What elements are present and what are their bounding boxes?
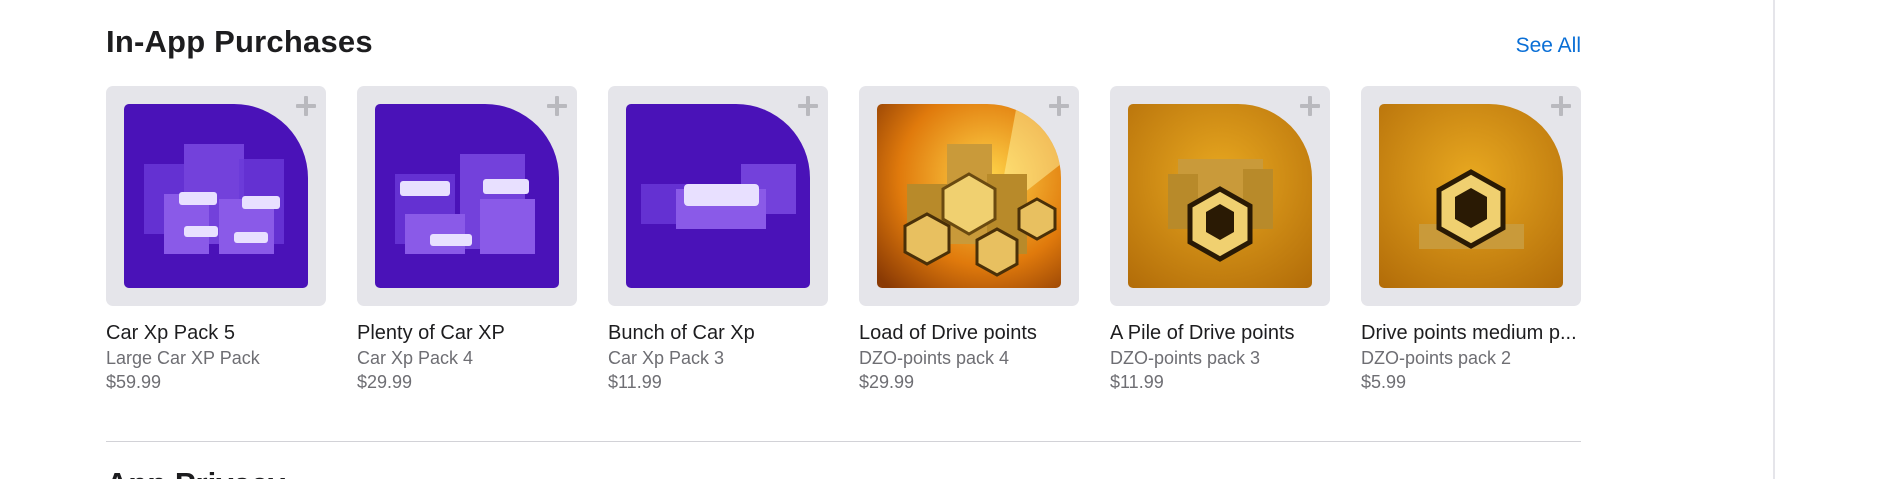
car-xp-stack-medium-icon bbox=[375, 104, 559, 288]
section-divider bbox=[106, 441, 1581, 442]
iap-item-subtitle: Car Xp Pack 4 bbox=[357, 348, 474, 368]
iap-item-tile[interactable] bbox=[1110, 86, 1330, 306]
iap-item-name: A Pile of Drive points bbox=[1110, 322, 1295, 344]
iap-item-tile[interactable] bbox=[106, 86, 326, 306]
iap-item-name: Plenty of Car XP bbox=[357, 322, 505, 344]
iap-item-price: $11.99 bbox=[1110, 372, 1164, 392]
plus-icon[interactable] bbox=[1048, 95, 1070, 117]
section-title: In-App Purchases bbox=[106, 24, 373, 59]
iap-item[interactable]: Load of Drive points DZO-points pack 4 $… bbox=[859, 86, 1079, 394]
iap-item[interactable]: Plenty of Car XP Car Xp Pack 4 $29.99 bbox=[357, 86, 577, 394]
iap-item-tile[interactable] bbox=[1361, 86, 1581, 306]
drive-points-coins-large-icon bbox=[877, 104, 1061, 288]
plus-icon[interactable] bbox=[797, 95, 819, 117]
iap-item-name: Car Xp Pack 5 bbox=[106, 322, 235, 344]
car-xp-stack-large-icon bbox=[124, 104, 308, 288]
drive-points-coins-small-icon bbox=[1379, 104, 1563, 288]
in-app-purchases-page: In-App Purchases See All Car Xp Pack 5 L… bbox=[0, 0, 1877, 479]
see-all-link[interactable]: See All bbox=[1516, 34, 1581, 58]
iap-item-price: $29.99 bbox=[357, 372, 413, 392]
plus-icon[interactable] bbox=[546, 95, 568, 117]
iap-item-subtitle: DZO-points pack 3 bbox=[1110, 348, 1261, 368]
iap-item-price: $5.99 bbox=[1361, 372, 1407, 392]
iap-item[interactable]: A Pile of Drive points DZO-points pack 3… bbox=[1110, 86, 1330, 394]
sidebar-divider bbox=[1773, 0, 1775, 479]
iap-item-tile[interactable] bbox=[357, 86, 577, 306]
iap-item-name: Load of Drive points bbox=[859, 322, 1037, 344]
drive-points-coins-medium-icon bbox=[1128, 104, 1312, 288]
iap-item[interactable]: Car Xp Pack 5 Large Car XP Pack $59.99 bbox=[106, 86, 326, 394]
plus-icon[interactable] bbox=[1299, 95, 1321, 117]
iap-item-name: Drive points medium p... bbox=[1361, 322, 1577, 344]
iap-item-price: $11.99 bbox=[608, 372, 662, 392]
iap-item-price: $29.99 bbox=[859, 372, 915, 392]
plus-icon[interactable] bbox=[1550, 95, 1572, 117]
iap-item-subtitle: Large Car XP Pack bbox=[106, 348, 260, 368]
iap-item[interactable]: Drive points medium p... DZO-points pack… bbox=[1361, 86, 1581, 394]
iap-item-price: $59.99 bbox=[106, 372, 162, 392]
iap-item-subtitle: DZO-points pack 4 bbox=[859, 348, 1010, 368]
iap-item-subtitle: DZO-points pack 2 bbox=[1361, 348, 1512, 368]
iap-item-name: Bunch of Car Xp bbox=[608, 322, 755, 344]
car-xp-stack-small-icon bbox=[626, 104, 810, 288]
iap-item-tile[interactable] bbox=[608, 86, 828, 306]
in-app-purchase-list: Car Xp Pack 5 Large Car XP Pack $59.99 P… bbox=[106, 86, 1581, 394]
iap-item-subtitle: Car Xp Pack 3 bbox=[608, 348, 725, 368]
app-privacy-title: App Privacy bbox=[106, 466, 285, 479]
section-header: In-App Purchases See All bbox=[106, 22, 1581, 66]
plus-icon[interactable] bbox=[295, 95, 317, 117]
iap-item-tile[interactable] bbox=[859, 86, 1079, 306]
iap-item[interactable]: Bunch of Car Xp Car Xp Pack 3 $11.99 bbox=[608, 86, 828, 394]
